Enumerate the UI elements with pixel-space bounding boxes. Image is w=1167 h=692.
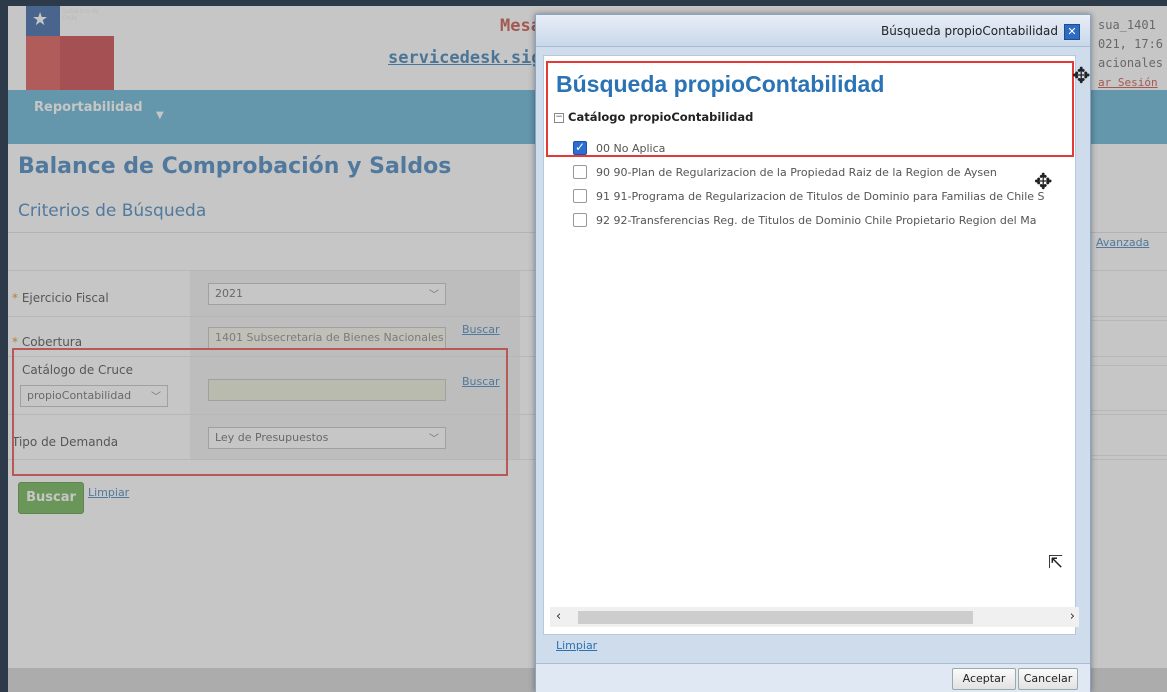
chevron-right-icon[interactable]: ›	[1070, 609, 1075, 624]
dialog-titlebar[interactable]: Búsqueda propioContabilidad ✕	[536, 15, 1090, 47]
checkbox[interactable]	[573, 189, 587, 203]
move-cursor-icon: ✥	[1034, 170, 1053, 195]
dialog-highlight-box	[546, 61, 1074, 157]
ejercicio-label: * Ejercicio Fiscal	[12, 291, 109, 305]
chevron-left-icon[interactable]: ‹	[556, 609, 561, 624]
tree-item-92[interactable]: 92 92-Transferencias Reg. de Titulos de …	[573, 213, 1036, 227]
close-icon[interactable]: ✕	[1064, 24, 1080, 40]
nav-item-reportabilidad[interactable]: Reportabilidad	[34, 100, 143, 115]
scrollbar-thumb[interactable]	[578, 611, 973, 624]
section-title: Criterios de Búsqueda	[18, 201, 207, 221]
tree-item-90[interactable]: 90 90-Plan de Regularizacion de la Propi…	[573, 165, 997, 179]
cobertura-label: * Cobertura	[12, 335, 83, 349]
dialog-window-title: Búsqueda propioContabilidad	[881, 24, 1058, 38]
logo-text: Gobierno de Chile	[62, 8, 99, 22]
highlight-box	[12, 348, 508, 476]
busqueda-dialog: Búsqueda propioContabilidad ✕ Búsqueda p…	[535, 14, 1091, 692]
dialog-footer: Aceptar Cancelar	[536, 663, 1090, 692]
aceptar-button[interactable]: Aceptar	[952, 668, 1016, 690]
right-column-cells	[1090, 276, 1167, 460]
cobertura-buscar-link[interactable]: Buscar	[462, 323, 500, 336]
ejercicio-select[interactable]: 2021 ﹀	[208, 283, 446, 305]
user-info: sua_1401 021, 17:6 acionales ar Sesión	[1098, 16, 1167, 92]
chevron-down-icon: ﹀	[429, 290, 439, 301]
cobertura-input[interactable]: 1401 Subsecretaria de Bienes Nacionales	[208, 327, 446, 349]
pointer-cursor-icon: ⇱	[1048, 552, 1064, 573]
avanzada-link[interactable]: Avanzada	[1096, 236, 1149, 249]
limpiar-link[interactable]: Limpiar	[88, 486, 129, 499]
move-cursor-icon: ✥	[1072, 64, 1091, 89]
page-title: Balance de Comprobación y Saldos	[18, 154, 452, 179]
tree-item-91[interactable]: 91 91-Programa de Regularizacion de Titu…	[573, 189, 1045, 203]
service-url-link[interactable]: servicedesk.sig	[388, 48, 542, 68]
user-line-2: 021, 17:6	[1098, 37, 1164, 51]
cancelar-button[interactable]: Cancelar	[1018, 668, 1078, 690]
user-line-1: sua_1401	[1098, 18, 1156, 32]
checkbox[interactable]	[573, 213, 587, 227]
user-line-3: acionales	[1098, 56, 1164, 70]
horizontal-scrollbar[interactable]: ‹ ›	[550, 607, 1079, 627]
dialog-limpiar-link[interactable]: Limpiar	[556, 639, 597, 652]
checkbox[interactable]	[573, 165, 587, 179]
gobierno-logo: ★ Gobierno de Chile	[26, 6, 114, 90]
buscar-button[interactable]: Buscar	[18, 482, 84, 514]
chevron-down-icon[interactable]: ▼	[156, 110, 164, 121]
